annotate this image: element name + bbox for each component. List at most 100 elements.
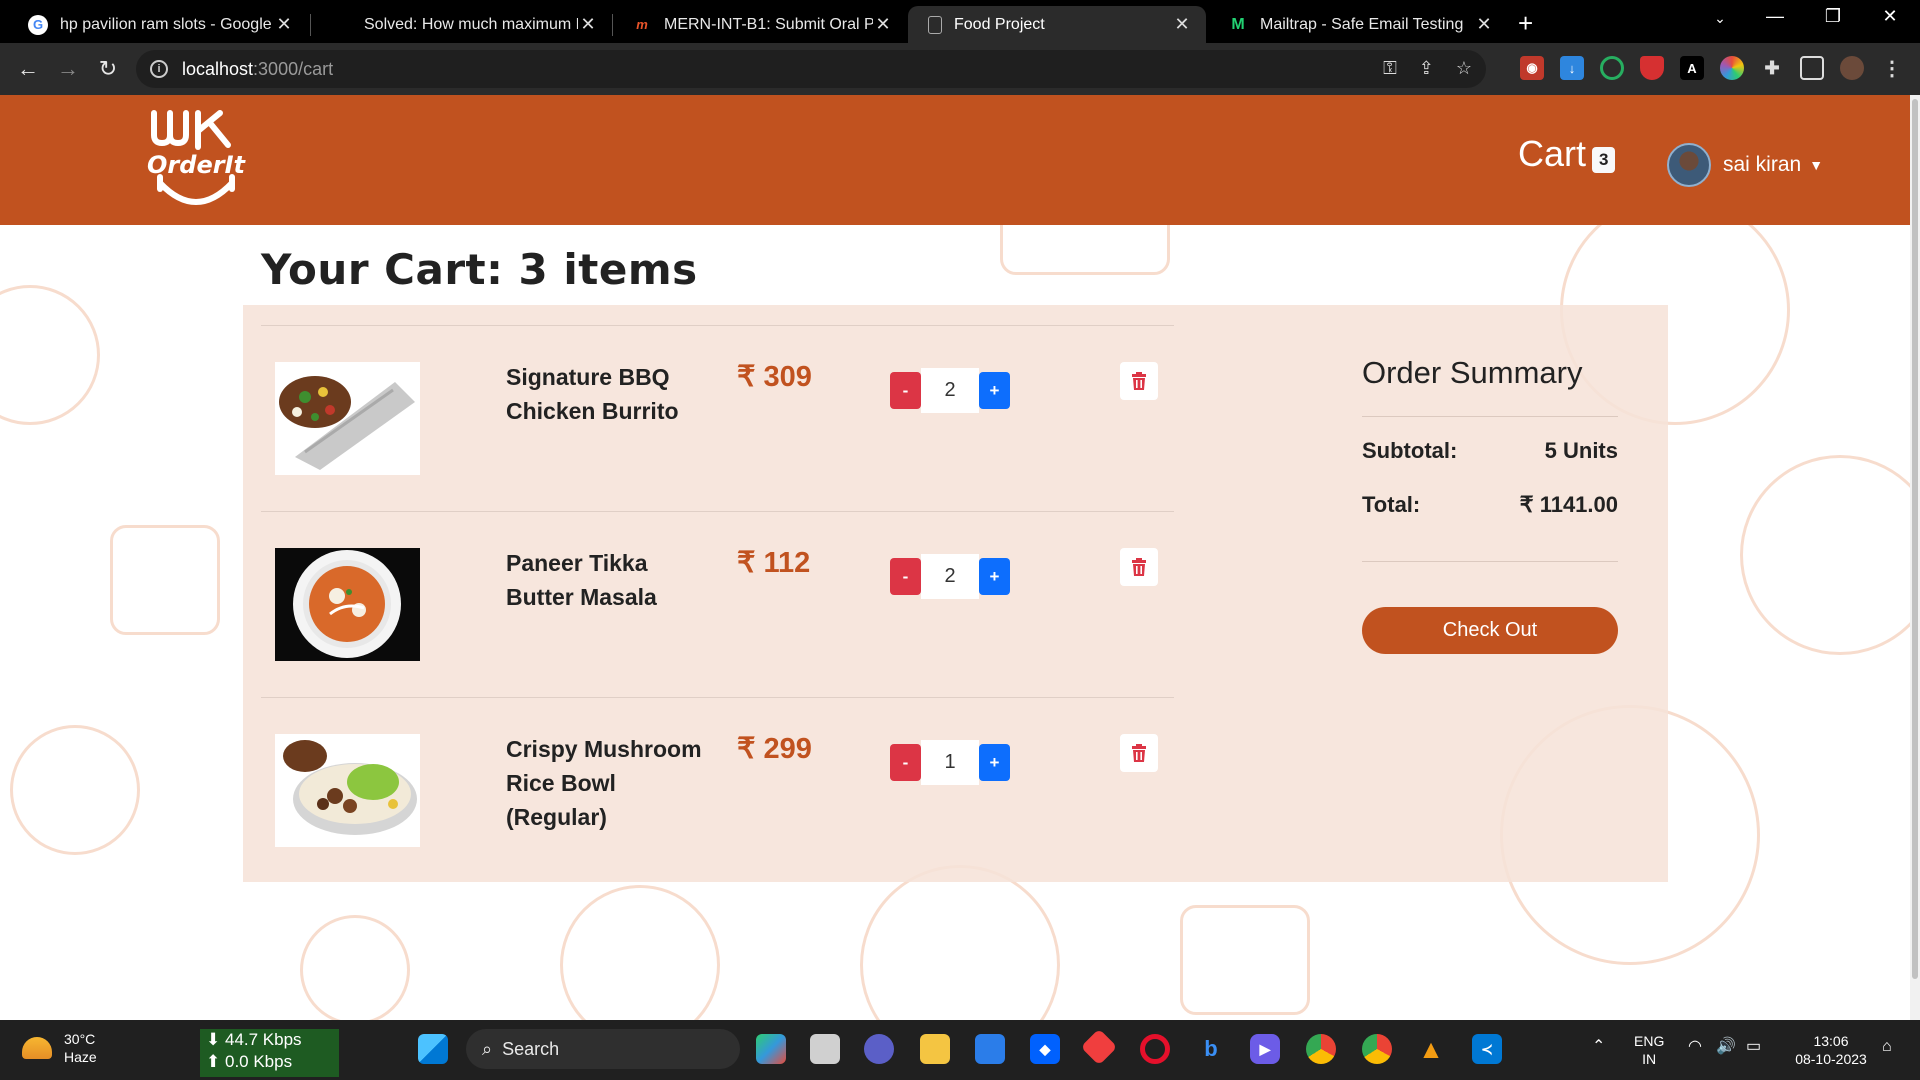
new-tab-button[interactable]: + bbox=[1518, 8, 1533, 39]
reload-icon[interactable]: ↻ bbox=[94, 55, 122, 83]
decrease-quantity-button[interactable]: - bbox=[890, 372, 921, 409]
quantity-value: 2 bbox=[921, 368, 979, 413]
app-icon[interactable]: ▶ bbox=[1250, 1034, 1280, 1064]
clock[interactable]: 13:06 08-10-2023 bbox=[1786, 1032, 1876, 1068]
masai-icon: m bbox=[636, 17, 648, 32]
vscode-icon[interactable]: ≺ bbox=[1472, 1034, 1502, 1064]
total-label: Total: bbox=[1362, 492, 1421, 517]
subtotal-value: 5 Units bbox=[1544, 438, 1618, 463]
delete-item-button[interactable] bbox=[1120, 362, 1158, 400]
decrease-quantity-button[interactable]: - bbox=[890, 744, 921, 781]
windows-start-icon[interactable] bbox=[418, 1034, 448, 1064]
puzzle-extensions-icon[interactable]: ✚ bbox=[1760, 56, 1784, 80]
increase-quantity-button[interactable]: + bbox=[979, 558, 1010, 595]
cart-link[interactable]: Cart 3 bbox=[1518, 133, 1616, 175]
google-icon: G bbox=[28, 14, 48, 35]
wifi-icon[interactable]: ◠ bbox=[1688, 1038, 1702, 1056]
quantity-stepper: - 2 + bbox=[890, 554, 1010, 599]
increase-quantity-button[interactable]: + bbox=[979, 372, 1010, 409]
close-icon[interactable]: ✕ bbox=[873, 14, 893, 35]
order-summary: Order Summary Subtotal: 5 Units Total: ₹… bbox=[1342, 355, 1648, 655]
avatar bbox=[1667, 143, 1711, 187]
menu-kebab-icon[interactable]: ⋮ bbox=[1880, 56, 1904, 80]
date: 08-10-2023 bbox=[1795, 1051, 1867, 1067]
tab-title: Mailtrap - Safe Email Testing bbox=[1260, 15, 1464, 33]
language-indicator[interactable]: ENG IN bbox=[1634, 1032, 1664, 1068]
cart-item: Paneer Tikka Butter Masala ₹ 112 - 2 + bbox=[261, 511, 1174, 697]
download-speed: 44.7 Kbps bbox=[224, 1030, 302, 1049]
opera-icon[interactable] bbox=[1140, 1034, 1170, 1064]
anydesk-icon[interactable] bbox=[1080, 1028, 1118, 1066]
site-info-icon[interactable]: i bbox=[150, 60, 168, 78]
close-icon[interactable]: ✕ bbox=[1172, 14, 1192, 35]
weather-condition: Haze bbox=[64, 1049, 97, 1065]
weather-widget[interactable]: 30°C Haze bbox=[22, 1030, 97, 1066]
show-hidden-icons-chevron-icon[interactable]: ⌃ bbox=[1592, 1038, 1605, 1056]
minimize-button[interactable]: — bbox=[1755, 6, 1795, 27]
color-picker-extension-icon[interactable] bbox=[1720, 56, 1744, 80]
taskbar: 30°C Haze ⬇ 44.7 Kbps ⬆ 0.0 Kbps ⌕ Searc… bbox=[0, 1020, 1920, 1080]
tab-mailtrap[interactable]: M Mailtrap - Safe Email Testing ✕ bbox=[1208, 6, 1508, 43]
caret-down-icon: ▼ bbox=[1809, 157, 1824, 173]
microsoft-store-icon[interactable] bbox=[975, 1034, 1005, 1064]
tab-google-search[interactable]: G hp pavilion ram slots - Google S ✕ bbox=[8, 6, 308, 43]
close-icon[interactable]: ✕ bbox=[1474, 14, 1494, 35]
delete-item-button[interactable] bbox=[1120, 734, 1158, 772]
network-speed-widget: ⬇ 44.7 Kbps ⬆ 0.0 Kbps bbox=[200, 1029, 339, 1077]
vlc-icon[interactable]: ▲ bbox=[1416, 1034, 1446, 1064]
close-window-button[interactable]: ✕ bbox=[1870, 6, 1910, 27]
total-value: ₹ 1141.00 bbox=[1519, 492, 1618, 517]
trash-icon bbox=[1132, 744, 1146, 762]
search-placeholder: Search bbox=[502, 1038, 560, 1059]
notification-bell-icon[interactable]: ⌂ bbox=[1882, 1038, 1892, 1056]
quantity-stepper: - 1 + bbox=[890, 740, 1010, 785]
volume-icon[interactable]: 🔊 bbox=[1716, 1038, 1736, 1056]
url-path: :3000/cart bbox=[253, 58, 334, 79]
share-icon[interactable]: ⇪ bbox=[1419, 58, 1434, 79]
quantity-value: 2 bbox=[921, 554, 979, 599]
browser-toolbar: ← → ↻ i localhost:3000/cart ⚿ ⇪ ☆ ◉ ↓ A … bbox=[0, 43, 1920, 95]
file-explorer-icon[interactable] bbox=[920, 1034, 950, 1064]
font-extension-icon[interactable]: A bbox=[1680, 56, 1704, 80]
teams-chat-icon[interactable] bbox=[864, 1034, 894, 1064]
forward-icon[interactable]: → bbox=[54, 55, 82, 83]
decrease-quantity-button[interactable]: - bbox=[890, 558, 921, 595]
delete-item-button[interactable] bbox=[1120, 548, 1158, 586]
tab-search-icon[interactable]: ⌄ bbox=[1700, 10, 1740, 27]
bing-icon[interactable]: b bbox=[1196, 1034, 1226, 1064]
chrome-icon[interactable] bbox=[1306, 1034, 1336, 1064]
back-icon[interactable]: ← bbox=[14, 55, 42, 83]
shield-extension-icon[interactable] bbox=[1640, 56, 1664, 80]
close-icon[interactable]: ✕ bbox=[578, 14, 598, 35]
tab-food-project[interactable]: Food Project ✕ bbox=[908, 6, 1206, 43]
download-extension-icon[interactable]: ↓ bbox=[1560, 56, 1584, 80]
page-title: Your Cart: 3 items bbox=[261, 245, 698, 294]
user-menu[interactable]: sai kiran ▼ bbox=[1667, 143, 1823, 187]
extension-icon[interactable] bbox=[1600, 56, 1624, 80]
address-bar[interactable]: i localhost:3000/cart ⚿ ⇪ ☆ bbox=[136, 50, 1486, 88]
hp-icon bbox=[332, 15, 352, 35]
close-icon[interactable]: ✕ bbox=[274, 14, 294, 35]
item-name: Crispy Mushroom Rice Bowl (Regular) bbox=[506, 736, 702, 830]
increase-quantity-button[interactable]: + bbox=[979, 744, 1010, 781]
extension-icon[interactable]: ◉ bbox=[1520, 56, 1544, 80]
bookmark-star-icon[interactable]: ☆ bbox=[1456, 58, 1472, 79]
tab-hp-community[interactable]: Solved: How much maximum RA ✕ bbox=[312, 6, 612, 43]
profile-avatar-icon[interactable] bbox=[1840, 56, 1864, 80]
temperature: 30°C bbox=[64, 1031, 96, 1047]
tab-masai[interactable]: m MERN-INT-B1: Submit Oral Pres ✕ bbox=[612, 6, 907, 43]
orderit-logo[interactable]: OrderIt bbox=[146, 105, 246, 217]
chrome-profile-icon[interactable] bbox=[1362, 1034, 1392, 1064]
side-panel-icon[interactable] bbox=[1800, 56, 1824, 80]
task-view-icon[interactable] bbox=[810, 1034, 840, 1064]
restore-button[interactable]: ❐ bbox=[1813, 6, 1853, 27]
taskbar-search[interactable]: ⌕ Search bbox=[466, 1029, 740, 1069]
battery-icon[interactable]: ▭ bbox=[1746, 1038, 1761, 1056]
page-scrollbar[interactable] bbox=[1910, 95, 1920, 1020]
search-icon: ⌕ bbox=[482, 1038, 493, 1059]
checkout-button[interactable]: Check Out bbox=[1362, 607, 1618, 654]
app-navbar: OrderIt Cart 3 sai kiran ▼ bbox=[0, 95, 1910, 225]
key-icon[interactable]: ⚿ bbox=[1383, 58, 1397, 79]
copilot-icon[interactable] bbox=[756, 1034, 786, 1064]
dropbox-icon[interactable]: ◆ bbox=[1030, 1034, 1060, 1064]
